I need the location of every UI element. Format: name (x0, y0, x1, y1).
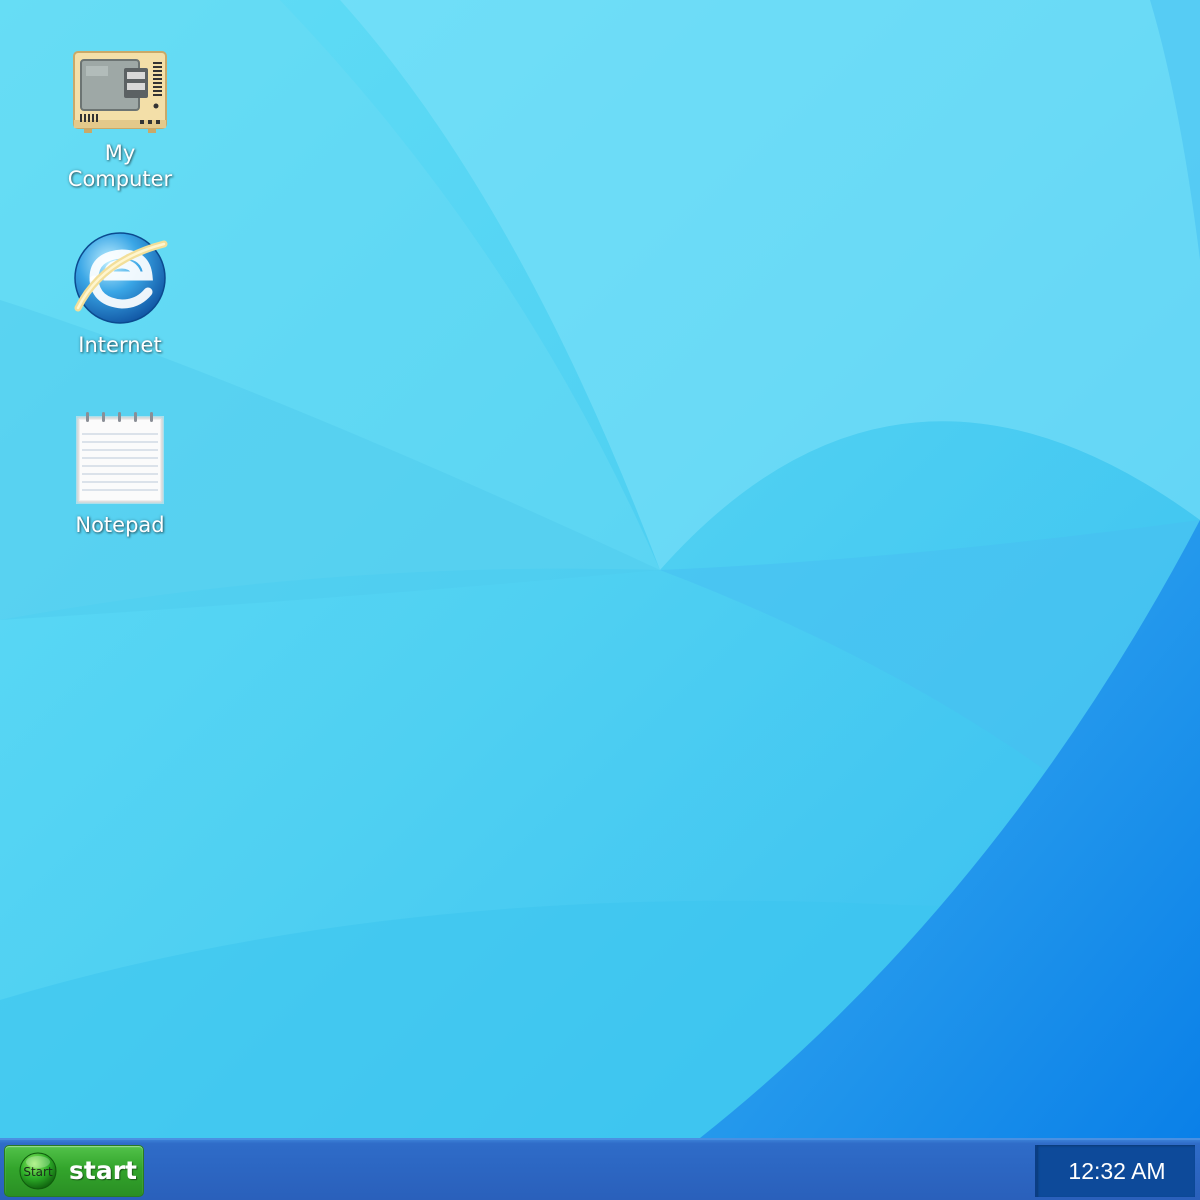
start-orb-icon: Start (19, 1152, 57, 1190)
desktop-icon-notepad[interactable]: Notepad (50, 410, 190, 538)
desktop-icon-label: My Computer (67, 141, 173, 191)
internet-explorer-icon (74, 232, 168, 324)
desktop-icon-internet[interactable]: Internet (50, 230, 190, 358)
start-label: start (69, 1156, 137, 1185)
desktop-icon-my-computer[interactable]: My Computer (50, 50, 190, 192)
desktop-icon-label: Notepad (75, 513, 165, 537)
start-orb-text: Start (23, 1165, 53, 1179)
desktop-icon-label: Internet (78, 333, 162, 357)
desktop[interactable]: My Computer Internet Notepad (0, 0, 1200, 1138)
system-tray: 12:32 AM (1035, 1145, 1195, 1197)
taskbar[interactable]: Start start 12:32 AM (0, 1138, 1200, 1200)
clock[interactable]: 12:32 AM (1037, 1145, 1197, 1197)
start-button[interactable]: Start start (4, 1145, 144, 1197)
computer-icon (73, 51, 167, 133)
notepad-icon (76, 412, 164, 504)
